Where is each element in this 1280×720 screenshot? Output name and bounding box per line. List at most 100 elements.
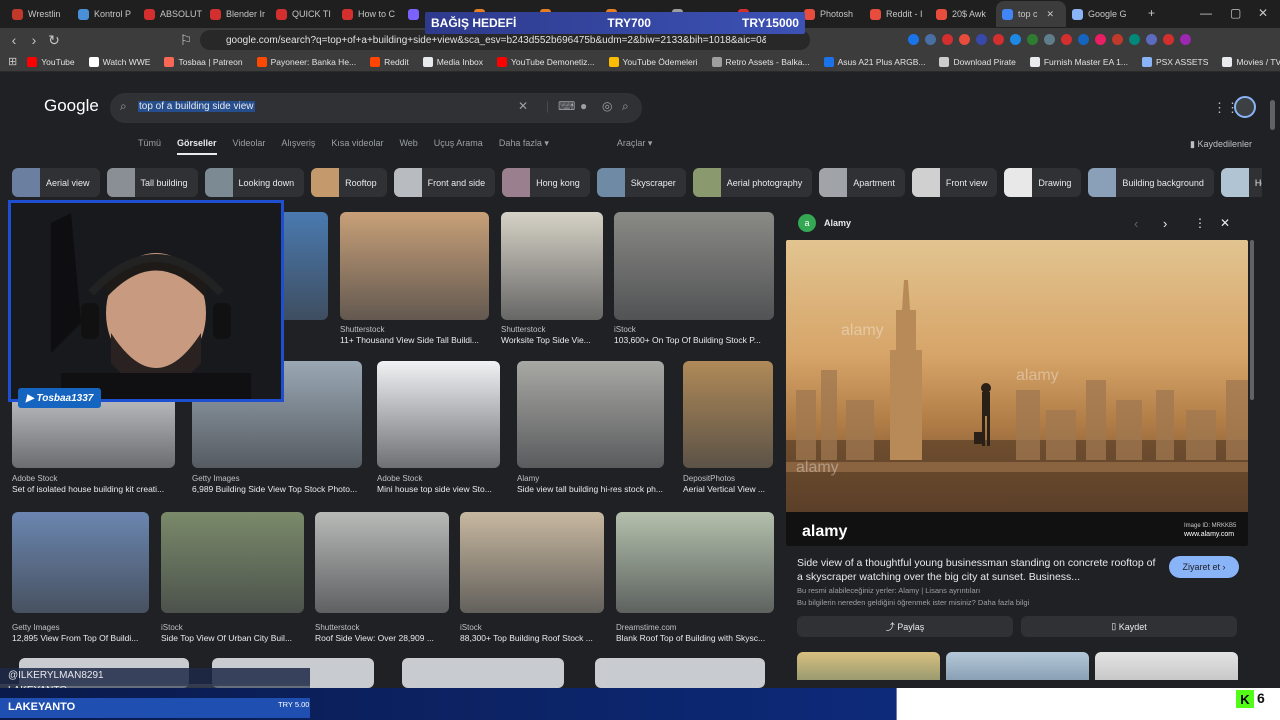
related-thumb[interactable] [1095,652,1238,680]
related-chip[interactable]: Front and side [393,168,496,197]
new-tab-button[interactable]: + [1148,6,1155,20]
tab-5[interactable]: Web [399,138,417,155]
bookmark-item[interactable]: Asus A21 Plus ARGB... [823,56,925,67]
extension-icon[interactable] [993,34,1004,45]
bookmark-item[interactable]: YouTube Ödemeleri [608,56,698,67]
extension-icon[interactable] [1112,34,1123,45]
panel-scrollbar[interactable] [1250,240,1254,400]
result-image[interactable] [340,212,489,320]
result-caption[interactable]: iStock 103,600+ On Top Of Building Stock … [614,324,774,346]
close-tab-icon[interactable]: ✕ [1047,9,1055,20]
browser-tab[interactable]: ABSOLUT [138,1,204,27]
forward-icon[interactable]: › [24,32,44,48]
extension-icon[interactable] [942,34,953,45]
extension-icon[interactable] [1129,34,1140,45]
prev-icon[interactable]: ‹ [1134,216,1138,231]
extension-icon[interactable] [976,34,987,45]
google-logo[interactable]: Google [44,96,99,116]
tab-2[interactable]: Videolar [233,138,266,155]
result-caption[interactable]: iStock Side Top View Of Urban City Buil..… [161,622,304,644]
result-caption[interactable]: iStock 88,300+ Top Building Roof Stock ..… [460,622,604,644]
tab-6[interactable]: Uçuş Arama [434,138,483,155]
search-submit-icon[interactable]: ⌕ [622,99,629,114]
related-chip[interactable]: Skyscraper [596,168,686,197]
browser-tab[interactable]: How to C [336,1,402,27]
result-image[interactable] [683,361,773,468]
result-image[interactable] [402,658,564,688]
result-image[interactable] [12,512,149,613]
extension-icon[interactable] [925,34,936,45]
result-image[interactable] [614,212,774,320]
maximize-icon[interactable]: ▢ [1230,6,1241,20]
tab-0[interactable]: Tümü [138,138,161,155]
related-chip[interactable]: Apartment [819,168,905,197]
result-image[interactable] [315,512,449,613]
result-caption[interactable]: Shutterstock 11+ Thousand View Side Tall … [340,324,489,346]
extension-icon[interactable] [908,34,919,45]
tab-7[interactable]: Daha fazla ▾ [499,138,549,155]
browser-tab[interactable]: Kontrol P [72,1,138,27]
related-chip[interactable]: Looking down [204,168,305,197]
back-icon[interactable]: ‹ [4,32,24,48]
extension-icon[interactable] [1146,34,1157,45]
result-image[interactable] [460,512,604,613]
bookmark-item[interactable]: YouTube [27,56,75,67]
share-button[interactable]: ⤴ Paylaş [797,616,1013,637]
related-chip[interactable]: Hong kong [502,168,590,197]
related-chip[interactable]: Aerial view [12,168,100,197]
search-query[interactable]: top of a building side view [138,101,255,112]
extension-icon[interactable] [1027,34,1038,45]
extension-icon[interactable] [1044,34,1055,45]
related-chip[interactable]: Hous [1220,168,1262,197]
extension-icon[interactable] [1010,34,1021,45]
related-thumb[interactable] [946,652,1089,680]
saved-link[interactable]: ▮ Kaydedilenler [1190,139,1252,150]
result-image[interactable] [377,361,500,468]
browser-tab[interactable]: 20$ Awk [930,1,996,27]
avatar[interactable] [1234,96,1256,118]
result-image[interactable] [517,361,664,468]
result-caption[interactable]: Getty Images 6,989 Building Side View Top… [192,473,362,495]
bookmark-icon[interactable]: ⚐ [176,32,196,49]
visit-button[interactable]: Ziyaret et › [1169,556,1239,578]
result-caption[interactable]: Dreamstime.com Blank Roof Top of Building… [616,622,774,644]
bookmark-item[interactable]: Payoneer: Banka He... [256,56,356,67]
bookmark-item[interactable]: Reddit [370,56,409,67]
bookmark-item[interactable]: Retro Assets - Balka... [711,56,810,67]
extension-icon[interactable] [1078,34,1089,45]
bookmark-item[interactable]: Movies / TV / Anim... [1222,56,1280,67]
bookmark-item[interactable]: Watch WWE [88,56,150,67]
page-scrollbar[interactable] [1270,100,1275,130]
preview-image[interactable]: alamy alamy alamy alamy Image ID: MRKKB5… [786,240,1248,546]
related-thumb[interactable] [797,652,940,680]
save-button[interactable]: ▯ Kaydet [1021,616,1237,637]
bookmark-item[interactable]: Media Inbox [422,56,483,67]
minimize-icon[interactable]: — [1200,6,1212,20]
search-box[interactable]: ⌕ top of a building side view ✕ | ⌨ ● ◎ … [110,93,642,123]
result-image[interactable] [616,512,774,613]
bookmark-item[interactable]: Tosbaa | Patreon [164,56,243,67]
reload-icon[interactable]: ↻ [44,32,64,49]
related-chip[interactable]: Rooftop [311,168,387,197]
result-image[interactable] [595,658,765,688]
browser-tab[interactable]: Photosh [798,1,864,27]
bookmark-item[interactable]: Furnish Master EA 1... [1029,56,1128,67]
related-chip[interactable]: Drawing [1004,168,1082,197]
result-caption[interactable]: Shutterstock Roof Side View: Over 28,909 … [315,622,449,644]
apps-grid-icon[interactable]: ⊞ [8,55,17,68]
result-caption[interactable]: Adobe Stock Mini house top side view Sto.… [377,473,500,495]
result-caption[interactable]: Adobe Stock Set of isolated house buildin… [12,473,175,495]
browser-tab[interactable]: top c ✕ [996,1,1066,27]
result-caption[interactable]: Getty Images 12,895 View From Top Of Buil… [12,622,149,644]
browser-tab[interactable]: Blender Ir [204,1,270,27]
info-line[interactable]: Bu bilgilerin nereden geldiğini öğrenmek… [797,598,1029,607]
close-panel-icon[interactable]: ✕ [1220,216,1230,230]
bookmark-item[interactable]: YouTube Demonetiz... [497,56,595,67]
related-chip[interactable]: Aerial photography [692,168,813,197]
result-caption[interactable]: Alamy Side view tall building hi-res stoc… [517,473,664,495]
tab-8[interactable]: Araçlar ▾ [617,138,653,155]
tab-3[interactable]: Alışveriş [281,138,315,155]
result-caption[interactable]: DepositPhotos Aerial Vertical View ... [683,473,773,495]
keyboard-icon[interactable]: ⌨ [558,99,575,113]
tab-1[interactable]: Görseller [177,138,217,155]
